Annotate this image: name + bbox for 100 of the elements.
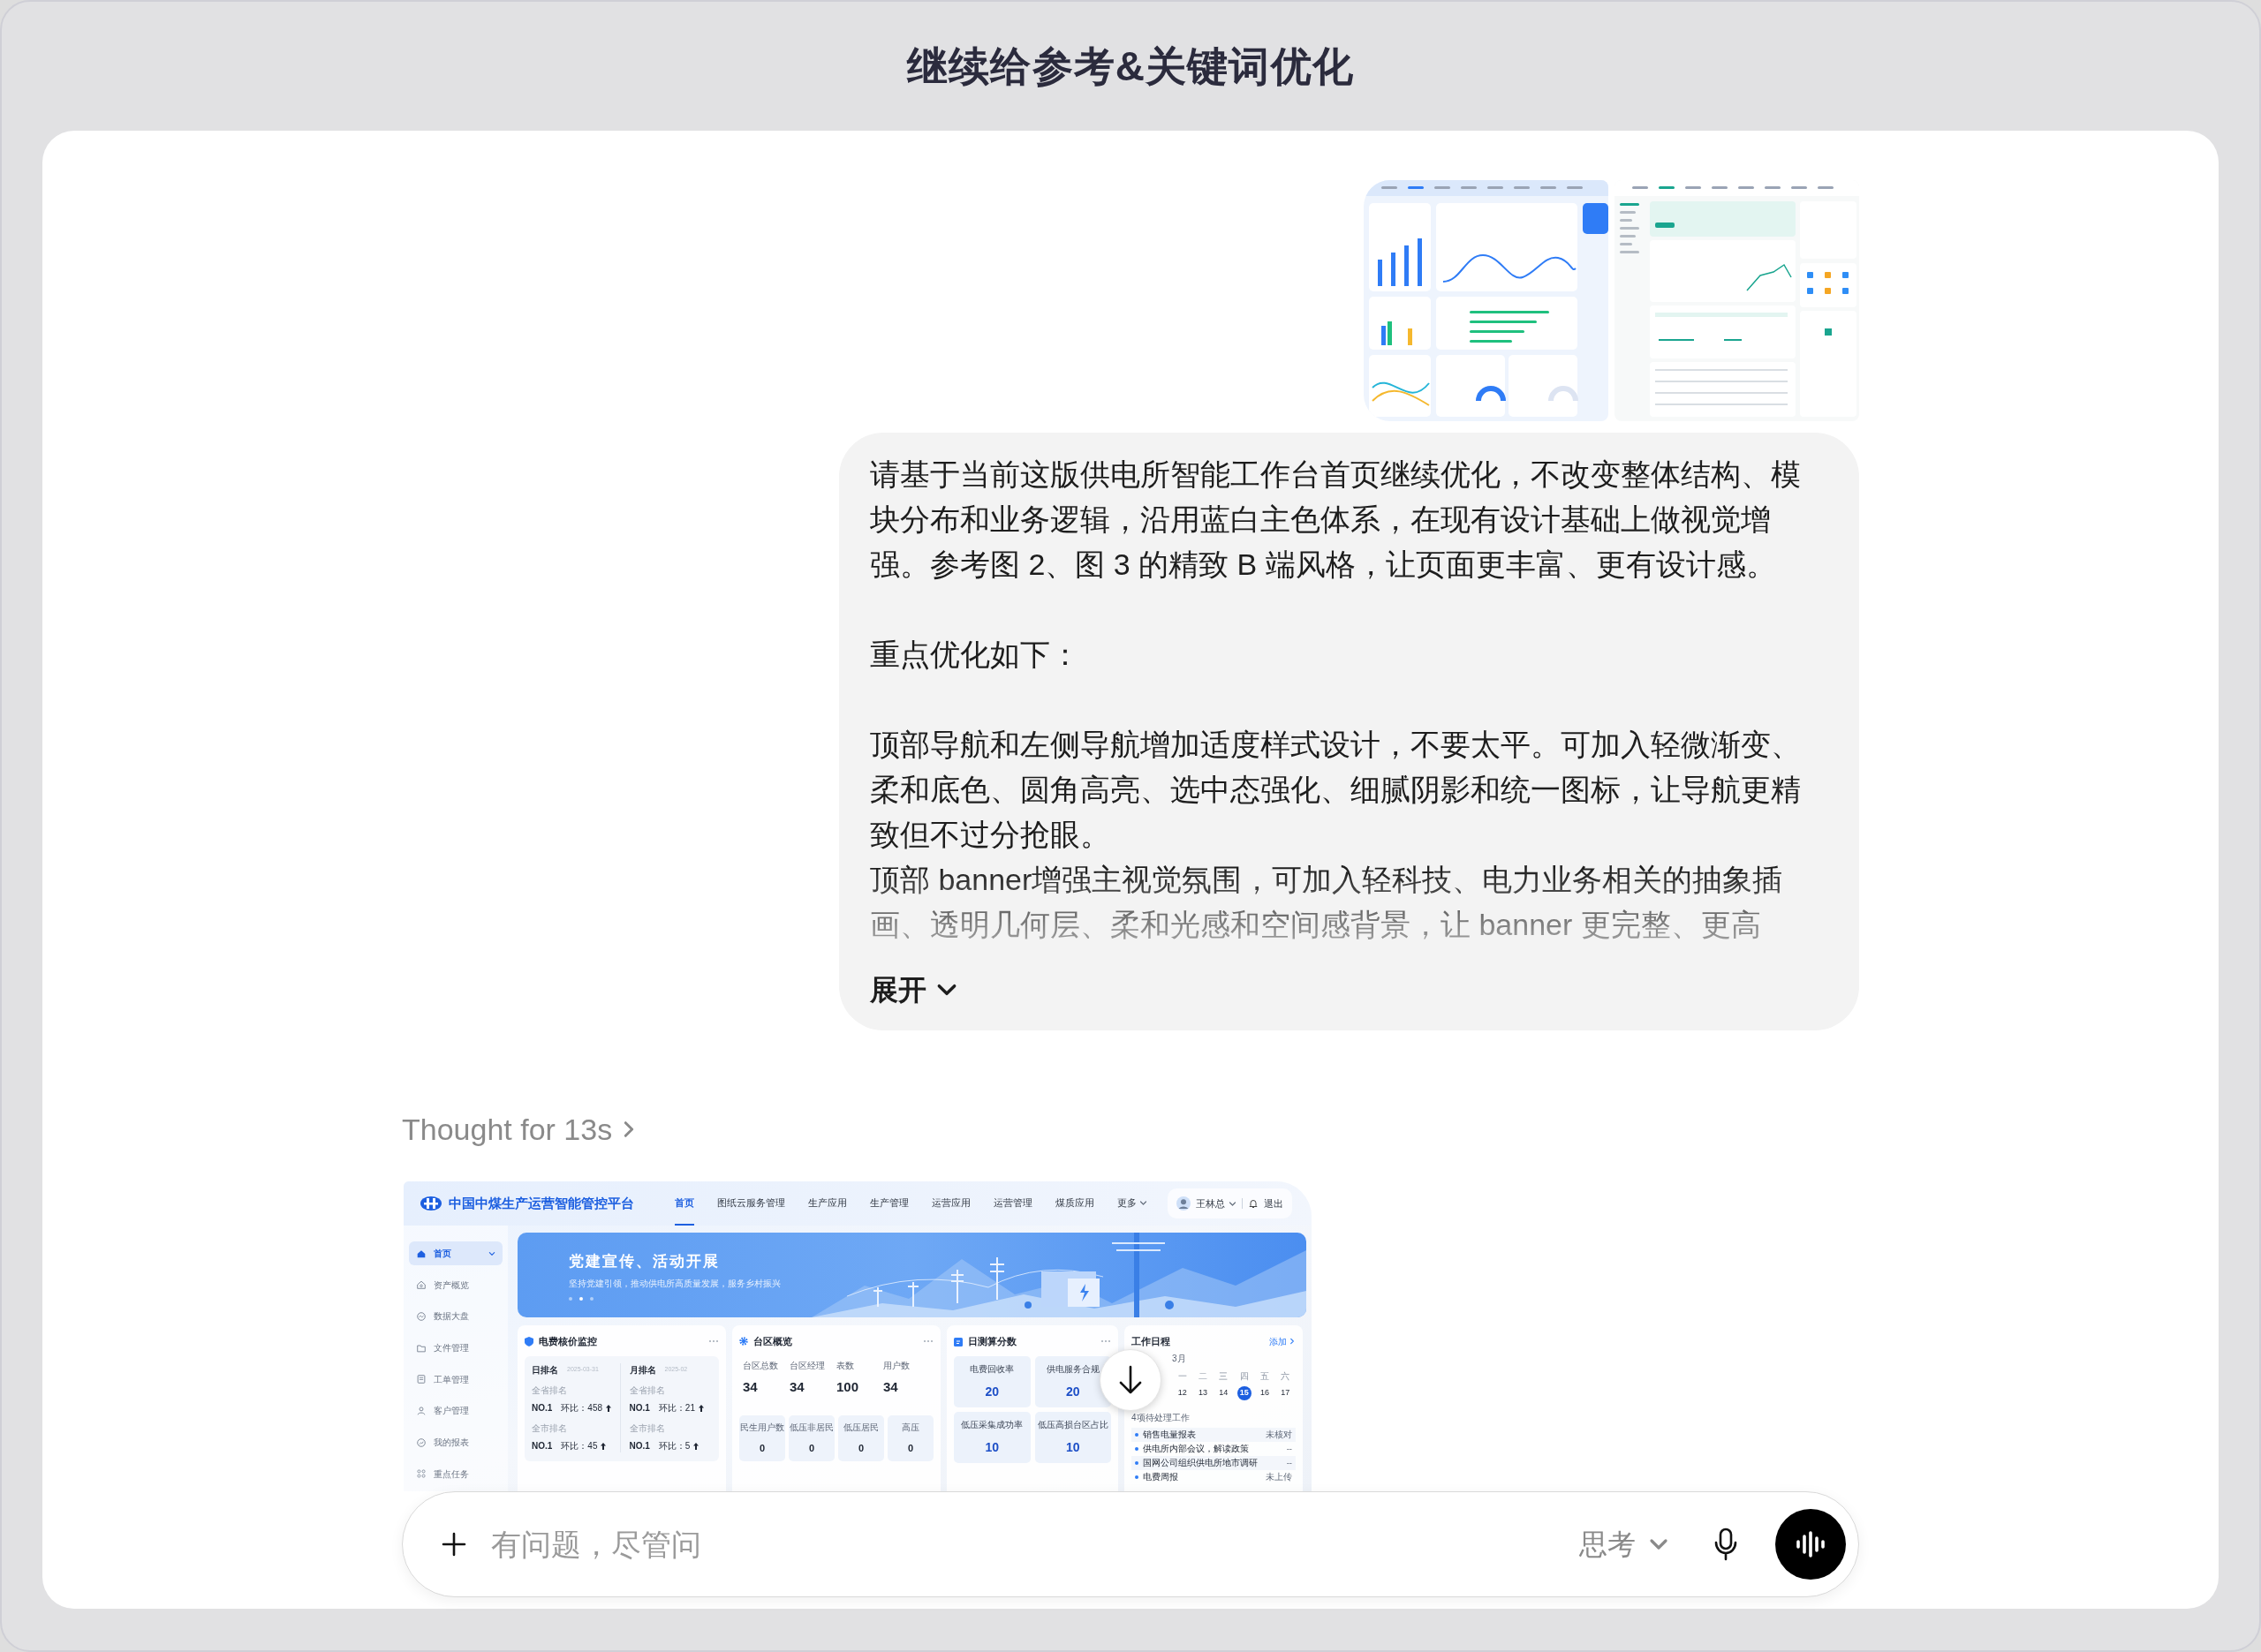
pending-count: 4项待处理工作	[1131, 1412, 1191, 1424]
change-value: 环比：45	[561, 1440, 598, 1452]
dashboard-screenshot[interactable]	[1364, 180, 1608, 421]
more-icon[interactable]	[708, 1339, 719, 1343]
plus-icon	[441, 1531, 467, 1558]
change-value: 环比：21	[658, 1402, 695, 1414]
ranking-label: 全省排名	[629, 1384, 666, 1397]
calendar-day[interactable]: 17	[1278, 1386, 1293, 1400]
sidebar-item[interactable]: 资产概览	[409, 1272, 503, 1297]
calendar-day[interactable]: 14	[1216, 1386, 1231, 1400]
arrow-up-icon	[601, 1442, 607, 1450]
message-input[interactable]: 有问题，尽管问	[491, 1521, 1570, 1567]
weekday-label: 六	[1280, 1370, 1291, 1383]
folder-icon	[416, 1342, 427, 1354]
task-status: 未核对	[1266, 1428, 1292, 1441]
tile-label: 民生用户数	[740, 1421, 784, 1434]
rank-value: NO.1	[629, 1402, 650, 1414]
task-row[interactable]: 电费周报 未上传	[1131, 1470, 1296, 1484]
nav-tab[interactable]: 煤质应用	[1055, 1181, 1094, 1226]
ranking-label: 全市排名	[629, 1422, 666, 1435]
stat-value: 34	[743, 1378, 759, 1396]
weekday-label: 一	[1176, 1370, 1188, 1383]
task-title: 供电所内部会议，解读政策	[1143, 1442, 1249, 1455]
bullet-icon	[1135, 1461, 1138, 1465]
expand-button[interactable]: 展开	[870, 970, 958, 1009]
sidebar-item[interactable]: 首页	[409, 1241, 503, 1265]
tile-label: 低压高损台区占比	[1037, 1419, 1108, 1431]
sidebar-item[interactable]: 我的报表	[409, 1430, 503, 1455]
ranking-label: 全省排名	[532, 1384, 568, 1397]
tile-value: 0	[858, 1441, 865, 1455]
chevron-right-icon	[1289, 1338, 1296, 1345]
waveform-icon	[1796, 1531, 1826, 1558]
sidebar-item[interactable]: 重点任务	[409, 1461, 503, 1486]
sidebar-item[interactable]: 数据大盘	[409, 1304, 503, 1329]
more-icon[interactable]	[1100, 1339, 1111, 1343]
more-icon[interactable]	[923, 1339, 934, 1343]
house-icon	[416, 1279, 427, 1291]
nav-tab[interactable]: 生产管理	[870, 1181, 909, 1226]
ranking-heading: 月排名	[629, 1364, 656, 1377]
bell-icon[interactable]	[1248, 1198, 1259, 1209]
voice-button[interactable]	[1775, 1509, 1846, 1580]
tile-label: 高压	[902, 1421, 919, 1434]
nav-tab[interactable]: 运营应用	[932, 1181, 971, 1226]
stat-label: 表数	[836, 1360, 855, 1372]
rank-value: NO.1	[532, 1440, 553, 1452]
task-status: --	[1286, 1456, 1292, 1469]
message-paragraph: 顶部导航和左侧导航增加适度样式设计，不要太平。可加入轻微渐变、柔和底色、圆角高亮、选中态强化、细腻阴影和统一图标，让导航更精致但不过分抢眼。	[870, 727, 1802, 853]
task-title: 电费周报	[1143, 1470, 1178, 1483]
user-name[interactable]: 王林总	[1196, 1196, 1236, 1211]
gauge-icon	[416, 1310, 427, 1322]
card-title: 日测算分数	[968, 1334, 1017, 1348]
weekday-label: 三	[1218, 1370, 1229, 1383]
nav-tab[interactable]: 运营管理	[994, 1181, 1032, 1226]
logout-link[interactable]: 退出	[1264, 1196, 1283, 1211]
chevron-down-icon	[488, 1249, 495, 1257]
person-icon	[416, 1405, 427, 1416]
task-row[interactable]: 供电所内部会议，解读政策 --	[1131, 1442, 1296, 1456]
arrow-up-icon	[606, 1404, 612, 1412]
sidebar-item[interactable]: 工单管理	[409, 1367, 503, 1392]
sidebar-item[interactable]: 客户管理	[409, 1399, 503, 1423]
nav-tab[interactable]: 首页	[675, 1181, 694, 1226]
stat-value: 34	[790, 1378, 805, 1396]
stat-label: 台区经理	[790, 1360, 826, 1372]
tile-label: 低压非居民	[790, 1421, 834, 1434]
banner-title: 党建宣传、活动开展	[569, 1252, 721, 1271]
tile-value: 0	[907, 1441, 914, 1455]
bullet-icon	[1135, 1475, 1138, 1479]
nav-tab[interactable]: 更多	[1117, 1181, 1147, 1226]
stat-label: 台区总数	[743, 1360, 779, 1372]
stat-value: 34	[883, 1378, 899, 1396]
weekday-label: 五	[1259, 1370, 1270, 1383]
change-value: 环比：5	[658, 1440, 691, 1452]
sidebar-item[interactable]: 文件管理	[409, 1336, 503, 1361]
weekday-label: 二	[1198, 1370, 1208, 1383]
shield-icon	[525, 1336, 533, 1346]
calendar-icon	[954, 1336, 963, 1346]
score-value: 10	[1065, 1439, 1080, 1456]
score-value: 20	[1065, 1384, 1080, 1400]
avatar-icon	[1176, 1196, 1191, 1211]
gear-icon	[739, 1337, 748, 1346]
calendar-day[interactable]: 12	[1175, 1386, 1190, 1400]
task-row[interactable]: 国网公司组织供电所地市调研 --	[1131, 1456, 1296, 1470]
calendar-day[interactable]: 15	[1236, 1386, 1251, 1400]
tile-label: 低压居民	[843, 1421, 879, 1434]
calendar-day[interactable]: 13	[1196, 1386, 1210, 1400]
nav-tab[interactable]: 图纸云服务管理	[717, 1181, 785, 1226]
task-status: 未上传	[1266, 1470, 1292, 1483]
arrow-down-icon	[1117, 1365, 1144, 1395]
tile-value: 0	[808, 1441, 815, 1455]
stat-label: 用户数	[883, 1360, 911, 1372]
task-row[interactable]: 销售电量报表 未核对	[1131, 1428, 1296, 1442]
app-title: 中国中煤生产运营智能管控平台	[449, 1194, 634, 1212]
add-link[interactable]: 添加	[1269, 1334, 1296, 1348]
score-value: 10	[985, 1439, 1000, 1456]
conversation-title: 继续给参考&关键词优化	[907, 41, 1354, 91]
grid-icon	[416, 1468, 427, 1480]
calendar-day[interactable]: 16	[1258, 1386, 1272, 1400]
nav-tab[interactable]: 生产应用	[808, 1181, 847, 1226]
tile-label: 电费回收率	[970, 1363, 1015, 1376]
card-title: 工作日程	[1131, 1334, 1170, 1348]
